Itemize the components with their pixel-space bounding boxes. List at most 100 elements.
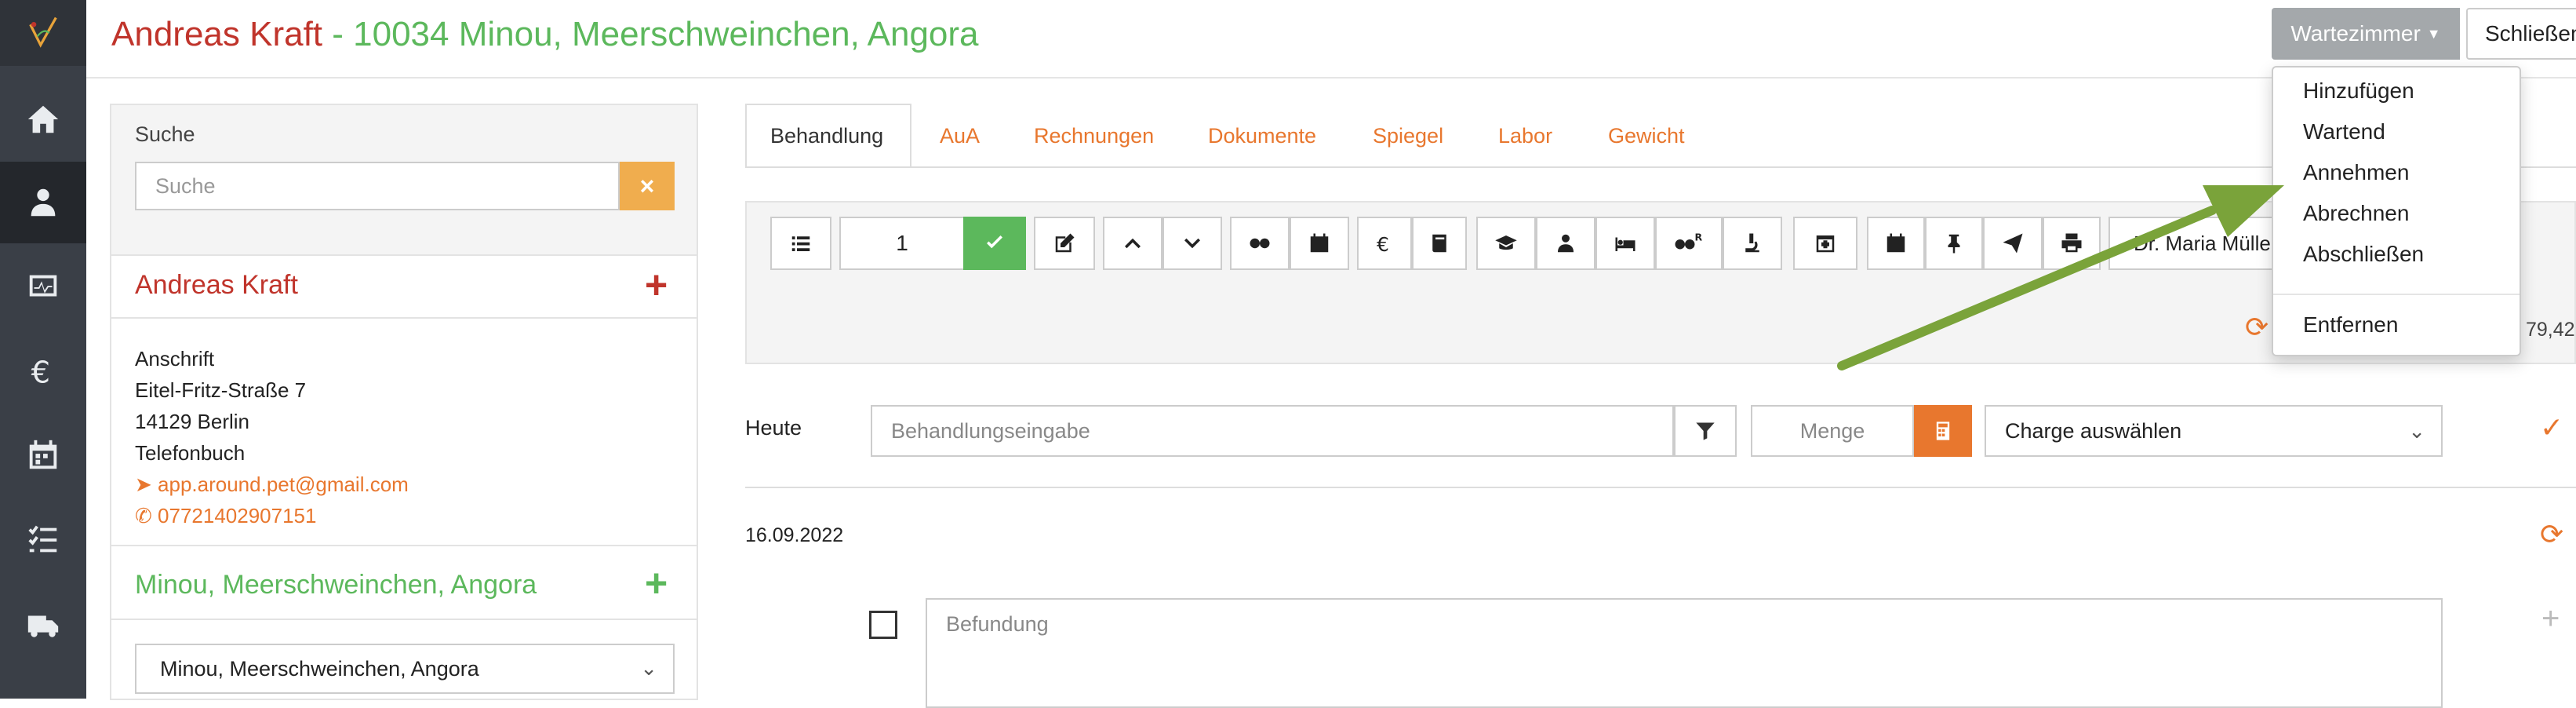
monitor-icon [29,275,57,297]
nav-home[interactable] [0,78,86,160]
menu-item-finish[interactable]: Abschließen [2303,242,2424,267]
move-down-button[interactable] [1162,217,1222,270]
charge-select[interactable]: Charge auswählen ⌄ [1985,405,2443,457]
menu-item-add[interactable]: Hinzufügen [2303,78,2414,104]
nav-patients[interactable] [0,162,86,243]
patient-panel: Suche Suche × Andreas Kraft + Anschrift … [110,104,698,700]
tab-gewicht[interactable]: Gewicht [1608,104,1685,168]
waiting-room-label: Wartezimmer [2290,21,2421,46]
email-link[interactable]: ➤ app.around.pet@gmail.com [135,473,409,497]
address-city: 14129 Berlin [135,410,249,433]
search-clear-button[interactable]: × [620,162,675,210]
finding-checkbox[interactable] [869,611,897,639]
calendar-icon [1310,233,1329,253]
menu-item-remove[interactable]: Entfernen [2303,312,2398,338]
menu-item-accept[interactable]: Annehmen [2303,160,2409,185]
patient-icon [31,188,56,217]
nav-calendar[interactable] [0,414,86,496]
bed-icon [1615,237,1635,251]
medication-button[interactable] [1230,217,1290,270]
pin-button[interactable] [1925,217,1983,270]
nav-billing[interactable]: € [0,330,86,411]
app-logo[interactable] [0,0,86,66]
phone-link[interactable]: ✆ 07721402907151 [135,504,316,528]
waiting-room-button[interactable]: Wartezimmer ▼ [2272,8,2460,60]
entry-divider [745,487,2576,488]
patient-title: - 10034 Minou, Meerschweinchen, Angora [322,15,979,53]
chevron-down-icon: ⌄ [640,656,657,680]
paper-plane-icon: ➤ [135,473,152,496]
patient-name[interactable]: Minou, Meerschweinchen, Angora [135,570,537,600]
charge-select-value: Charge auswählen [2005,418,2182,443]
microscope-button[interactable] [1723,217,1782,270]
reload-icon[interactable]: ⟳ [2540,518,2563,551]
nav-delivery[interactable] [0,584,86,666]
euro-button[interactable]: € [1357,217,1412,270]
confirm-button[interactable] [963,217,1026,270]
person-icon [1558,234,1574,253]
calculator-button[interactable] [1914,405,1972,457]
tab-aua[interactable]: AuA [940,104,980,168]
euro-icon: € [31,355,50,389]
filter-button[interactable] [1674,405,1737,457]
nav-monitor[interactable] [0,246,86,328]
education-button[interactable] [1476,217,1536,270]
send-button[interactable] [1983,217,2043,270]
chevron-down-icon [1184,238,1200,249]
menu-item-bill[interactable]: Abrechnen [2303,201,2409,226]
book-button[interactable] [1412,217,1467,270]
patient-select[interactable]: Minou, Meerschweinchen, Angora ⌄ [135,644,675,694]
printer-icon [2061,233,2082,253]
edit-button[interactable] [1034,217,1095,270]
treatment-input[interactable]: Behandlungseingabe [871,405,1674,457]
menu-item-waiting[interactable]: Wartend [2303,119,2385,144]
quantity-input[interactable]: Menge [1751,405,1914,457]
quantity-field[interactable]: 1 [839,217,965,270]
pills-prescription-icon: R [1675,232,1703,250]
waiting-room-menu: Hinzufügen Wartend Annehmen Abrechnen Ab… [2272,66,2521,356]
calendar-icon [29,440,57,469]
tab-behandlung[interactable]: Behandlung [745,104,911,168]
list-button[interactable] [770,217,831,270]
tab-spiegel[interactable]: Spiegel [1373,104,1443,168]
prescription-button[interactable]: R [1655,217,1723,270]
microscope-icon [1745,233,1759,253]
search-input[interactable]: Suche [135,162,620,210]
divider [111,317,697,319]
bed-button[interactable] [1595,217,1655,270]
thumbtack-icon [1948,234,1960,254]
close-button[interactable]: Schließen [2466,8,2576,60]
person-button[interactable] [1536,217,1595,270]
truck-icon [27,615,59,637]
patient-select-value: Minou, Meerschweinchen, Angora [160,656,479,681]
finding-textarea[interactable]: Befundung [926,598,2443,708]
search-label: Suche [135,122,195,146]
tab-rechnungen[interactable]: Rechnungen [1034,104,1154,168]
phone-icon: ✆ [135,504,152,527]
calendar-plus-icon [1887,233,1905,253]
reload-icon[interactable]: ⟳ [2245,311,2269,344]
calendar-button[interactable] [1290,217,1349,270]
chevron-up-icon [1125,238,1141,249]
amount-value: 79,42 [2526,319,2575,341]
vet-select[interactable]: Dr. Maria Müller [2108,217,2281,270]
divider [111,545,697,546]
filter-icon [1696,422,1715,440]
save-check-icon[interactable]: ✓ [2540,411,2563,444]
appointment-button[interactable] [1867,217,1925,270]
tab-labor[interactable]: Labor [1498,104,1552,168]
edit-icon [1055,233,1075,253]
logo-icon [29,16,57,48]
owner-name[interactable]: Andreas Kraft [135,270,298,301]
add-patient-button[interactable]: + [645,560,668,606]
svg-text:R: R [1695,232,1703,243]
tab-dokumente[interactable]: Dokumente [1208,104,1316,168]
print-button[interactable] [2043,217,2101,270]
calculator-icon [1936,422,1950,440]
clinic-button[interactable] [1793,217,1857,270]
add-entry-icon[interactable]: + [2541,601,2560,637]
add-owner-button[interactable]: + [645,262,668,308]
today-label: Heute [745,416,802,440]
nav-tasks[interactable] [0,499,86,581]
move-up-button[interactable] [1103,217,1162,270]
